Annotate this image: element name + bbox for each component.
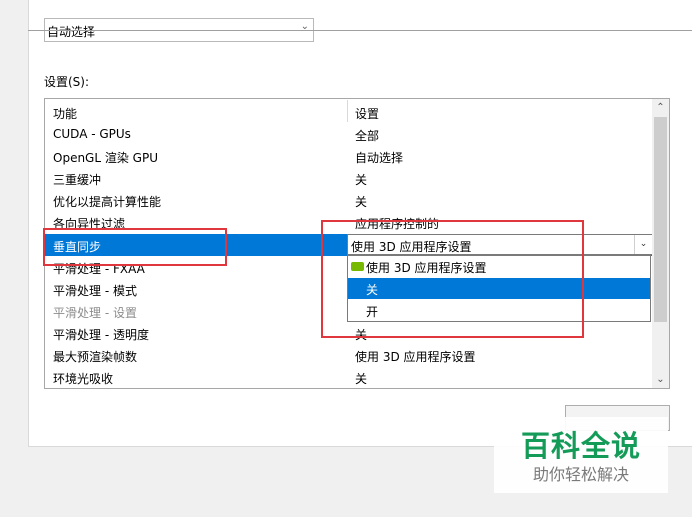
nvidia-icon: [351, 262, 364, 271]
table-row[interactable]: 各向异性过滤 应用程序控制的: [45, 211, 653, 233]
header-setting: 设置: [355, 107, 380, 121]
settings-label: 设置(S):: [44, 75, 90, 89]
row-setting: 使用 3D 应用程序设置: [355, 350, 476, 364]
table-row[interactable]: 环境光吸收 关: [45, 366, 653, 388]
chevron-down-icon[interactable]: ⌄: [634, 235, 652, 254]
row-setting: 关: [355, 173, 368, 187]
table-row[interactable]: 三重缓冲 关: [45, 167, 653, 189]
option-use-3d-app-setting[interactable]: 使用 3D 应用程序设置: [348, 256, 650, 277]
combobox-value: 使用 3D 应用程序设置: [351, 240, 472, 254]
divider: [28, 30, 692, 31]
header-feature: 功能: [53, 107, 78, 121]
grid-header: 功能 设置: [45, 100, 653, 122]
chevron-up-icon[interactable]: ⌃: [652, 99, 669, 116]
row-feature: CUDA - GPUs: [53, 127, 131, 141]
table-row[interactable]: 最大预渲染帧数 使用 3D 应用程序设置: [45, 344, 653, 366]
table-row[interactable]: 优化以提高计算性能 关: [45, 189, 653, 211]
column-separator[interactable]: [347, 100, 348, 122]
option-label: 使用 3D 应用程序设置: [366, 261, 487, 275]
vertical-scrollbar[interactable]: ⌃ ⌄: [652, 99, 669, 388]
row-setting: 全部: [355, 129, 380, 143]
chevron-down-icon[interactable]: ⌄: [652, 371, 669, 388]
watermark-title: 百科全说: [520, 429, 641, 463]
row-setting: 应用程序控制的: [355, 217, 440, 231]
table-row[interactable]: 平滑处理 - 透明度 关: [45, 322, 653, 344]
row-feature: 优化以提高计算性能: [53, 195, 162, 209]
row-setting: 关: [355, 328, 368, 342]
settings-grid[interactable]: 功能 设置 CUDA - GPUs 全部 OpenGL 渲染 GPU 自动选择 …: [44, 98, 670, 389]
row-feature: 最大预渲染帧数: [53, 350, 138, 364]
table-row[interactable]: OpenGL 渲染 GPU 自动选择: [45, 145, 653, 167]
row-feature: 平滑处理 - 设置: [53, 306, 137, 320]
scrollbar-thumb[interactable]: [654, 117, 667, 322]
row-feature: 环境光吸收: [53, 372, 114, 386]
option-label: 开: [366, 305, 379, 319]
row-feature: 三重缓冲: [53, 173, 102, 187]
row-setting: 自动选择: [355, 151, 404, 165]
watermark-subtitle: 助你轻松解决: [532, 465, 629, 484]
row-setting: 关: [355, 195, 368, 209]
option-label: 关: [366, 283, 379, 297]
vsync-options-list[interactable]: 使用 3D 应用程序设置 关 开: [347, 255, 651, 322]
row-feature: OpenGL 渲染 GPU: [53, 151, 158, 165]
vsync-setting-combobox[interactable]: 使用 3D 应用程序设置 ⌄: [347, 234, 653, 255]
row-feature: 垂直同步: [53, 240, 102, 254]
row-feature: 平滑处理 - FXAA: [53, 262, 145, 276]
top-dropdown-value: 自动选择: [47, 25, 96, 39]
option-on[interactable]: 开: [348, 300, 650, 321]
watermark: 百科全说 助你轻松解决: [494, 417, 668, 493]
option-off[interactable]: 关: [348, 278, 650, 299]
row-feature: 平滑处理 - 模式: [53, 284, 137, 298]
row-setting: 关: [355, 372, 368, 386]
table-row[interactable]: CUDA - GPUs 全部: [45, 123, 653, 145]
row-feature: 平滑处理 - 透明度: [53, 328, 149, 342]
row-feature: 各向异性过滤: [53, 217, 126, 231]
